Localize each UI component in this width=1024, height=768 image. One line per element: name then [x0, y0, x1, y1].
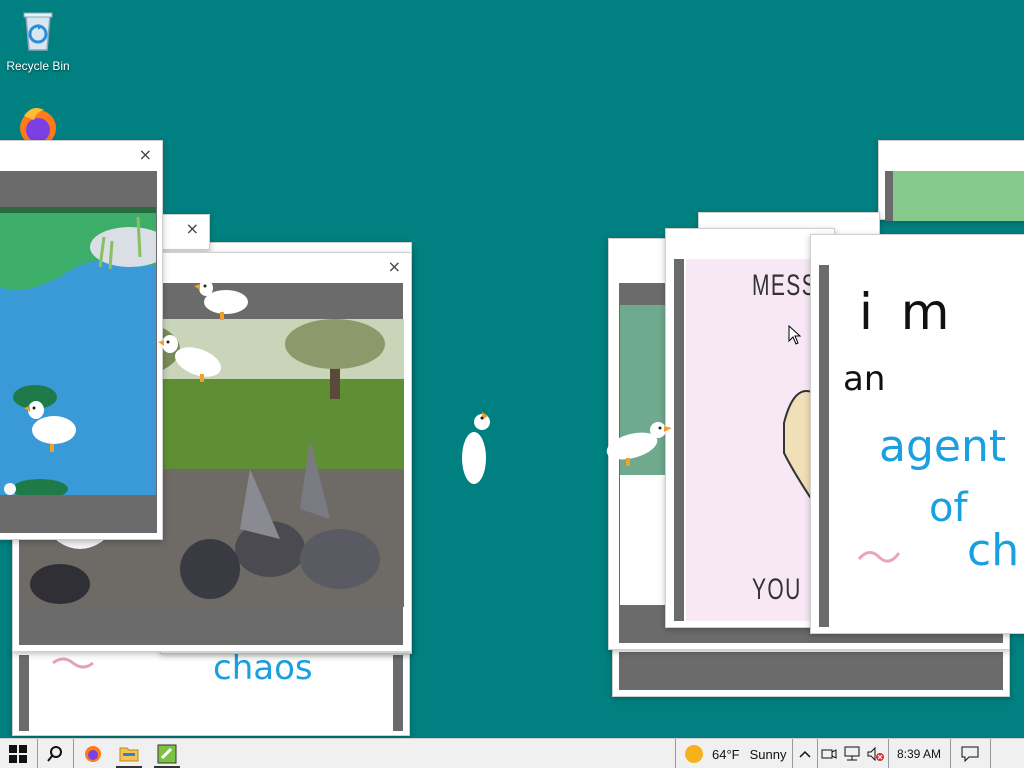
recycle-bin-label: Recycle Bin — [6, 59, 70, 73]
separator — [990, 739, 991, 768]
taskbar: 64°F Sunny 8:39 AM — [0, 738, 1024, 768]
meet-now-button[interactable] — [818, 739, 840, 768]
taskbar-file-explorer-button[interactable] — [112, 739, 146, 768]
chaos-drawing-window[interactable]: chaos — [12, 650, 410, 736]
mouse-cursor-icon — [788, 325, 802, 345]
clock[interactable]: 8:39 AM — [889, 739, 949, 768]
stacked-window-small[interactable]: × — [160, 214, 210, 250]
notification-icon — [961, 746, 979, 762]
recycle-bin-icon — [23, 12, 53, 51]
goose-icon — [158, 335, 221, 382]
scrollbar — [674, 259, 684, 621]
firefox-icon — [85, 746, 101, 762]
show-desktop-button[interactable] — [1018, 739, 1024, 768]
app-icon — [157, 744, 177, 764]
start-icon — [9, 745, 27, 763]
note-line-3: agent — [879, 421, 1007, 472]
separator — [792, 739, 793, 768]
weather-condition: Sunny — [749, 746, 787, 762]
right-window-bottom[interactable] — [612, 645, 1010, 697]
network-button[interactable] — [841, 739, 863, 768]
right-window-top[interactable] — [878, 140, 1024, 221]
separator — [950, 739, 951, 768]
search-button[interactable] — [38, 739, 72, 768]
handwritten-note-window[interactable]: i m an agent of ch — [810, 234, 1024, 634]
start-button[interactable] — [0, 739, 36, 768]
meme-bottom-text: YOU — [752, 573, 802, 606]
pond-game-window[interactable]: × — [0, 140, 163, 540]
close-button[interactable]: × — [139, 147, 152, 163]
separator — [675, 739, 676, 768]
weather-temp: 64°F — [712, 746, 740, 762]
note-line-5: ch — [967, 525, 1020, 576]
goose-icon — [194, 280, 248, 320]
recycle-bin-desktop-icon[interactable]: Recycle Bin — [2, 8, 74, 73]
note-line-2: an — [843, 359, 886, 399]
clock-time: 8:39 AM — [896, 747, 942, 761]
meme-top-text: MESS — [752, 269, 818, 302]
taskbar-app-button[interactable] — [150, 739, 184, 768]
chaos-word: chaos — [213, 651, 313, 688]
scrollbar-left — [19, 655, 29, 731]
scrollbar — [885, 171, 893, 221]
scrollbar — [819, 265, 829, 627]
close-button[interactable]: × — [186, 221, 199, 237]
goose-icon — [606, 422, 672, 466]
network-icon — [844, 746, 860, 761]
chevron-up-icon — [799, 750, 811, 758]
file-explorer-icon — [119, 747, 139, 762]
goose-icon — [462, 412, 490, 484]
weather-widget[interactable]: 64°F Sunny — [678, 739, 790, 768]
camera-icon — [821, 749, 837, 759]
close-button[interactable]: × — [388, 259, 401, 275]
search-icon — [47, 746, 62, 762]
volume-button[interactable] — [864, 739, 886, 768]
action-center-button[interactable] — [952, 739, 988, 768]
taskbar-firefox-button[interactable] — [76, 739, 110, 768]
meme-figure — [783, 390, 814, 503]
note-line-4: of — [929, 485, 968, 531]
sun-icon — [685, 745, 703, 763]
window-bar — [619, 652, 1003, 690]
separator — [73, 739, 74, 768]
chaos-handwriting: chaos — [52, 651, 313, 688]
note-line-1: i m — [859, 283, 956, 341]
green-image — [893, 171, 1024, 221]
volume-muted-icon — [867, 746, 884, 762]
goose-icon — [24, 401, 76, 452]
show-hidden-icons-button[interactable] — [794, 739, 816, 768]
pink-squiggle — [857, 551, 901, 563]
